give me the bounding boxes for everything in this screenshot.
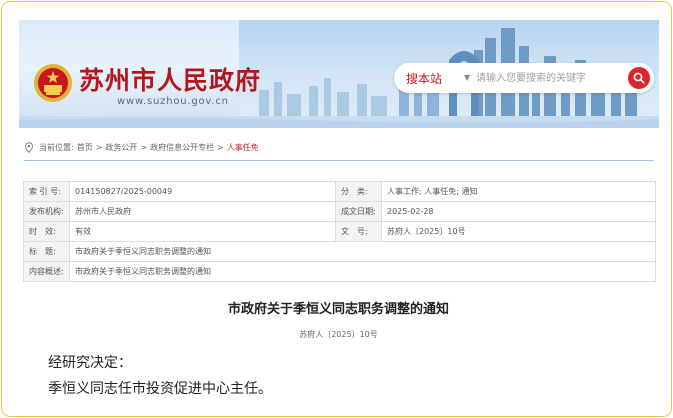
search-box: 搜本站 ▼: [394, 63, 654, 93]
breadcrumb-prefix: 当前位置:: [39, 143, 74, 152]
doc-number-label: 文 号:: [335, 221, 382, 242]
search-scope-dropdown[interactable]: 搜本站: [406, 70, 442, 87]
category-value: 人事工作; 人事任免; 通知: [381, 181, 656, 202]
category-label: 分 类:: [335, 181, 382, 202]
breadcrumb-separator: >: [95, 143, 103, 152]
site-banner: 苏州市人民政府 www.suzhou.gov.cn 搜本站 ▼: [19, 20, 659, 128]
breadcrumb-gov-affairs[interactable]: 政务公开: [105, 142, 137, 153]
breadcrumb-separator: >: [140, 143, 148, 152]
document-info-table: 索 引 号: 014150827/2025-00049 分 类: 人事工作; 人…: [23, 181, 656, 282]
site-title[interactable]: 苏州市人民政府: [79, 61, 261, 97]
article-paragraph: 经研究决定：: [48, 355, 132, 371]
table-row: 索 引 号: 014150827/2025-00049 分 类: 人事工作; 人…: [23, 181, 656, 202]
article-title: 市政府关于季恒义同志职务调整的通知: [227, 302, 449, 317]
table-row: 发布机构: 苏州市人民政府 成文日期: 2025-02-28: [23, 201, 656, 222]
date-value: 2025-02-28: [381, 201, 656, 222]
table-row: 内容概述: 市政府关于季恒义同志职务调整的通知: [23, 261, 656, 282]
publisher-value: 苏州市人民政府: [69, 201, 336, 222]
doc-number-value: 苏府人〔2025〕10号: [381, 221, 656, 242]
breadcrumb-current[interactable]: 人事任免: [227, 142, 259, 153]
article-doc-number: 苏府人〔2025〕10号: [299, 330, 378, 339]
national-emblem-icon: [34, 64, 72, 102]
search-icon: [633, 72, 645, 84]
breadcrumb-divider: [24, 160, 654, 161]
page-frame: 苏州市人民政府 www.suzhou.gov.cn 搜本站 ▼ 当前位置: 首页…: [1, 1, 672, 417]
site-url: www.suzhou.gov.cn: [117, 96, 229, 107]
search-button[interactable]: [628, 67, 650, 89]
article-paragraph: 季恒义同志任市投资促进中心主任。: [48, 381, 272, 397]
title-label: 标 题:: [23, 241, 70, 262]
location-pin-icon: [25, 142, 33, 153]
publisher-label: 发布机构:: [23, 201, 70, 222]
index-label: 索 引 号:: [23, 181, 70, 202]
search-input[interactable]: [476, 68, 616, 88]
chevron-down-icon[interactable]: ▼: [464, 73, 470, 82]
index-value: 014150827/2025-00049: [69, 181, 336, 202]
breadcrumb-info-column[interactable]: 政府信息公开专栏: [150, 142, 214, 153]
validity-value: 有效: [69, 221, 336, 242]
validity-label: 时 效:: [23, 221, 70, 242]
summary-value: 市政府关于季恒义同志职务调整的通知: [69, 261, 656, 282]
breadcrumb: 当前位置: 首页 > 政务公开 > 政府信息公开专栏 > 人事任免: [24, 142, 262, 153]
title-value: 市政府关于季恒义同志职务调整的通知: [69, 241, 656, 262]
breadcrumb-home[interactable]: 首页: [77, 142, 93, 153]
table-row: 时 效: 有效 文 号: 苏府人〔2025〕10号: [23, 221, 656, 242]
summary-label: 内容概述:: [23, 261, 70, 282]
breadcrumb-separator: >: [217, 143, 224, 152]
table-row: 标 题: 市政府关于季恒义同志职务调整的通知: [23, 241, 656, 262]
date-label: 成文日期:: [335, 201, 382, 222]
